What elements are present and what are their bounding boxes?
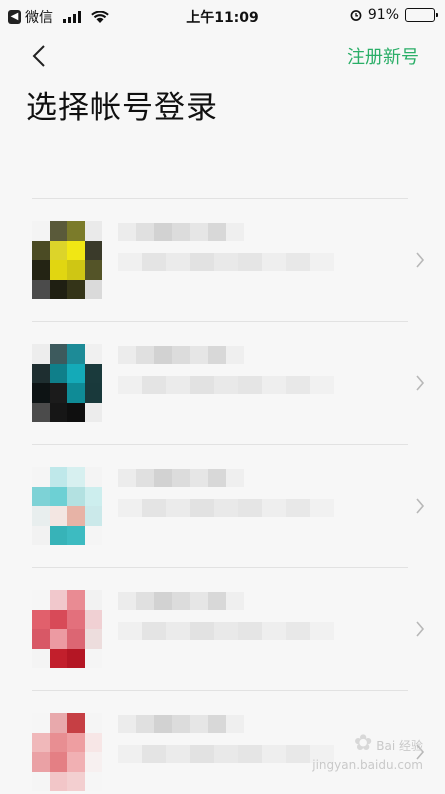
account-item[interactable] bbox=[32, 568, 445, 690]
chevron-right-icon bbox=[416, 252, 425, 268]
back-button[interactable] bbox=[30, 44, 52, 68]
avatar bbox=[32, 590, 102, 668]
status-bar: ◀ 微信 上午11:09 91% bbox=[0, 0, 445, 34]
watermark: ✿ Bai 经验 jingyan.baidu.com bbox=[312, 731, 423, 772]
page-title: 选择帐号登录 bbox=[26, 90, 218, 126]
account-item[interactable] bbox=[32, 322, 445, 444]
account-item[interactable] bbox=[32, 445, 445, 567]
watermark-line2: jingyan.baidu.com bbox=[312, 757, 423, 772]
register-new-account-button[interactable]: 注册新号 bbox=[347, 43, 419, 69]
chevron-right-icon bbox=[416, 498, 425, 514]
battery-icon bbox=[405, 8, 438, 22]
baidu-paw-icon: ✿ bbox=[353, 731, 373, 757]
avatar bbox=[32, 467, 102, 545]
status-right: 91% bbox=[350, 7, 438, 23]
account-info-obscured bbox=[118, 592, 348, 666]
account-info-obscured bbox=[118, 469, 348, 543]
chevron-right-icon bbox=[416, 621, 425, 637]
account-list bbox=[32, 198, 445, 794]
watermark-line1: Bai 经验 bbox=[376, 739, 423, 754]
chevron-right-icon bbox=[416, 375, 425, 391]
battery-percent: 91% bbox=[367, 7, 399, 23]
account-info-obscured bbox=[118, 223, 348, 297]
account-info-obscured bbox=[118, 346, 348, 420]
avatar bbox=[32, 344, 102, 422]
avatar bbox=[32, 713, 102, 791]
account-item[interactable] bbox=[32, 199, 445, 321]
alarm-icon bbox=[350, 10, 362, 21]
avatar bbox=[32, 221, 102, 299]
